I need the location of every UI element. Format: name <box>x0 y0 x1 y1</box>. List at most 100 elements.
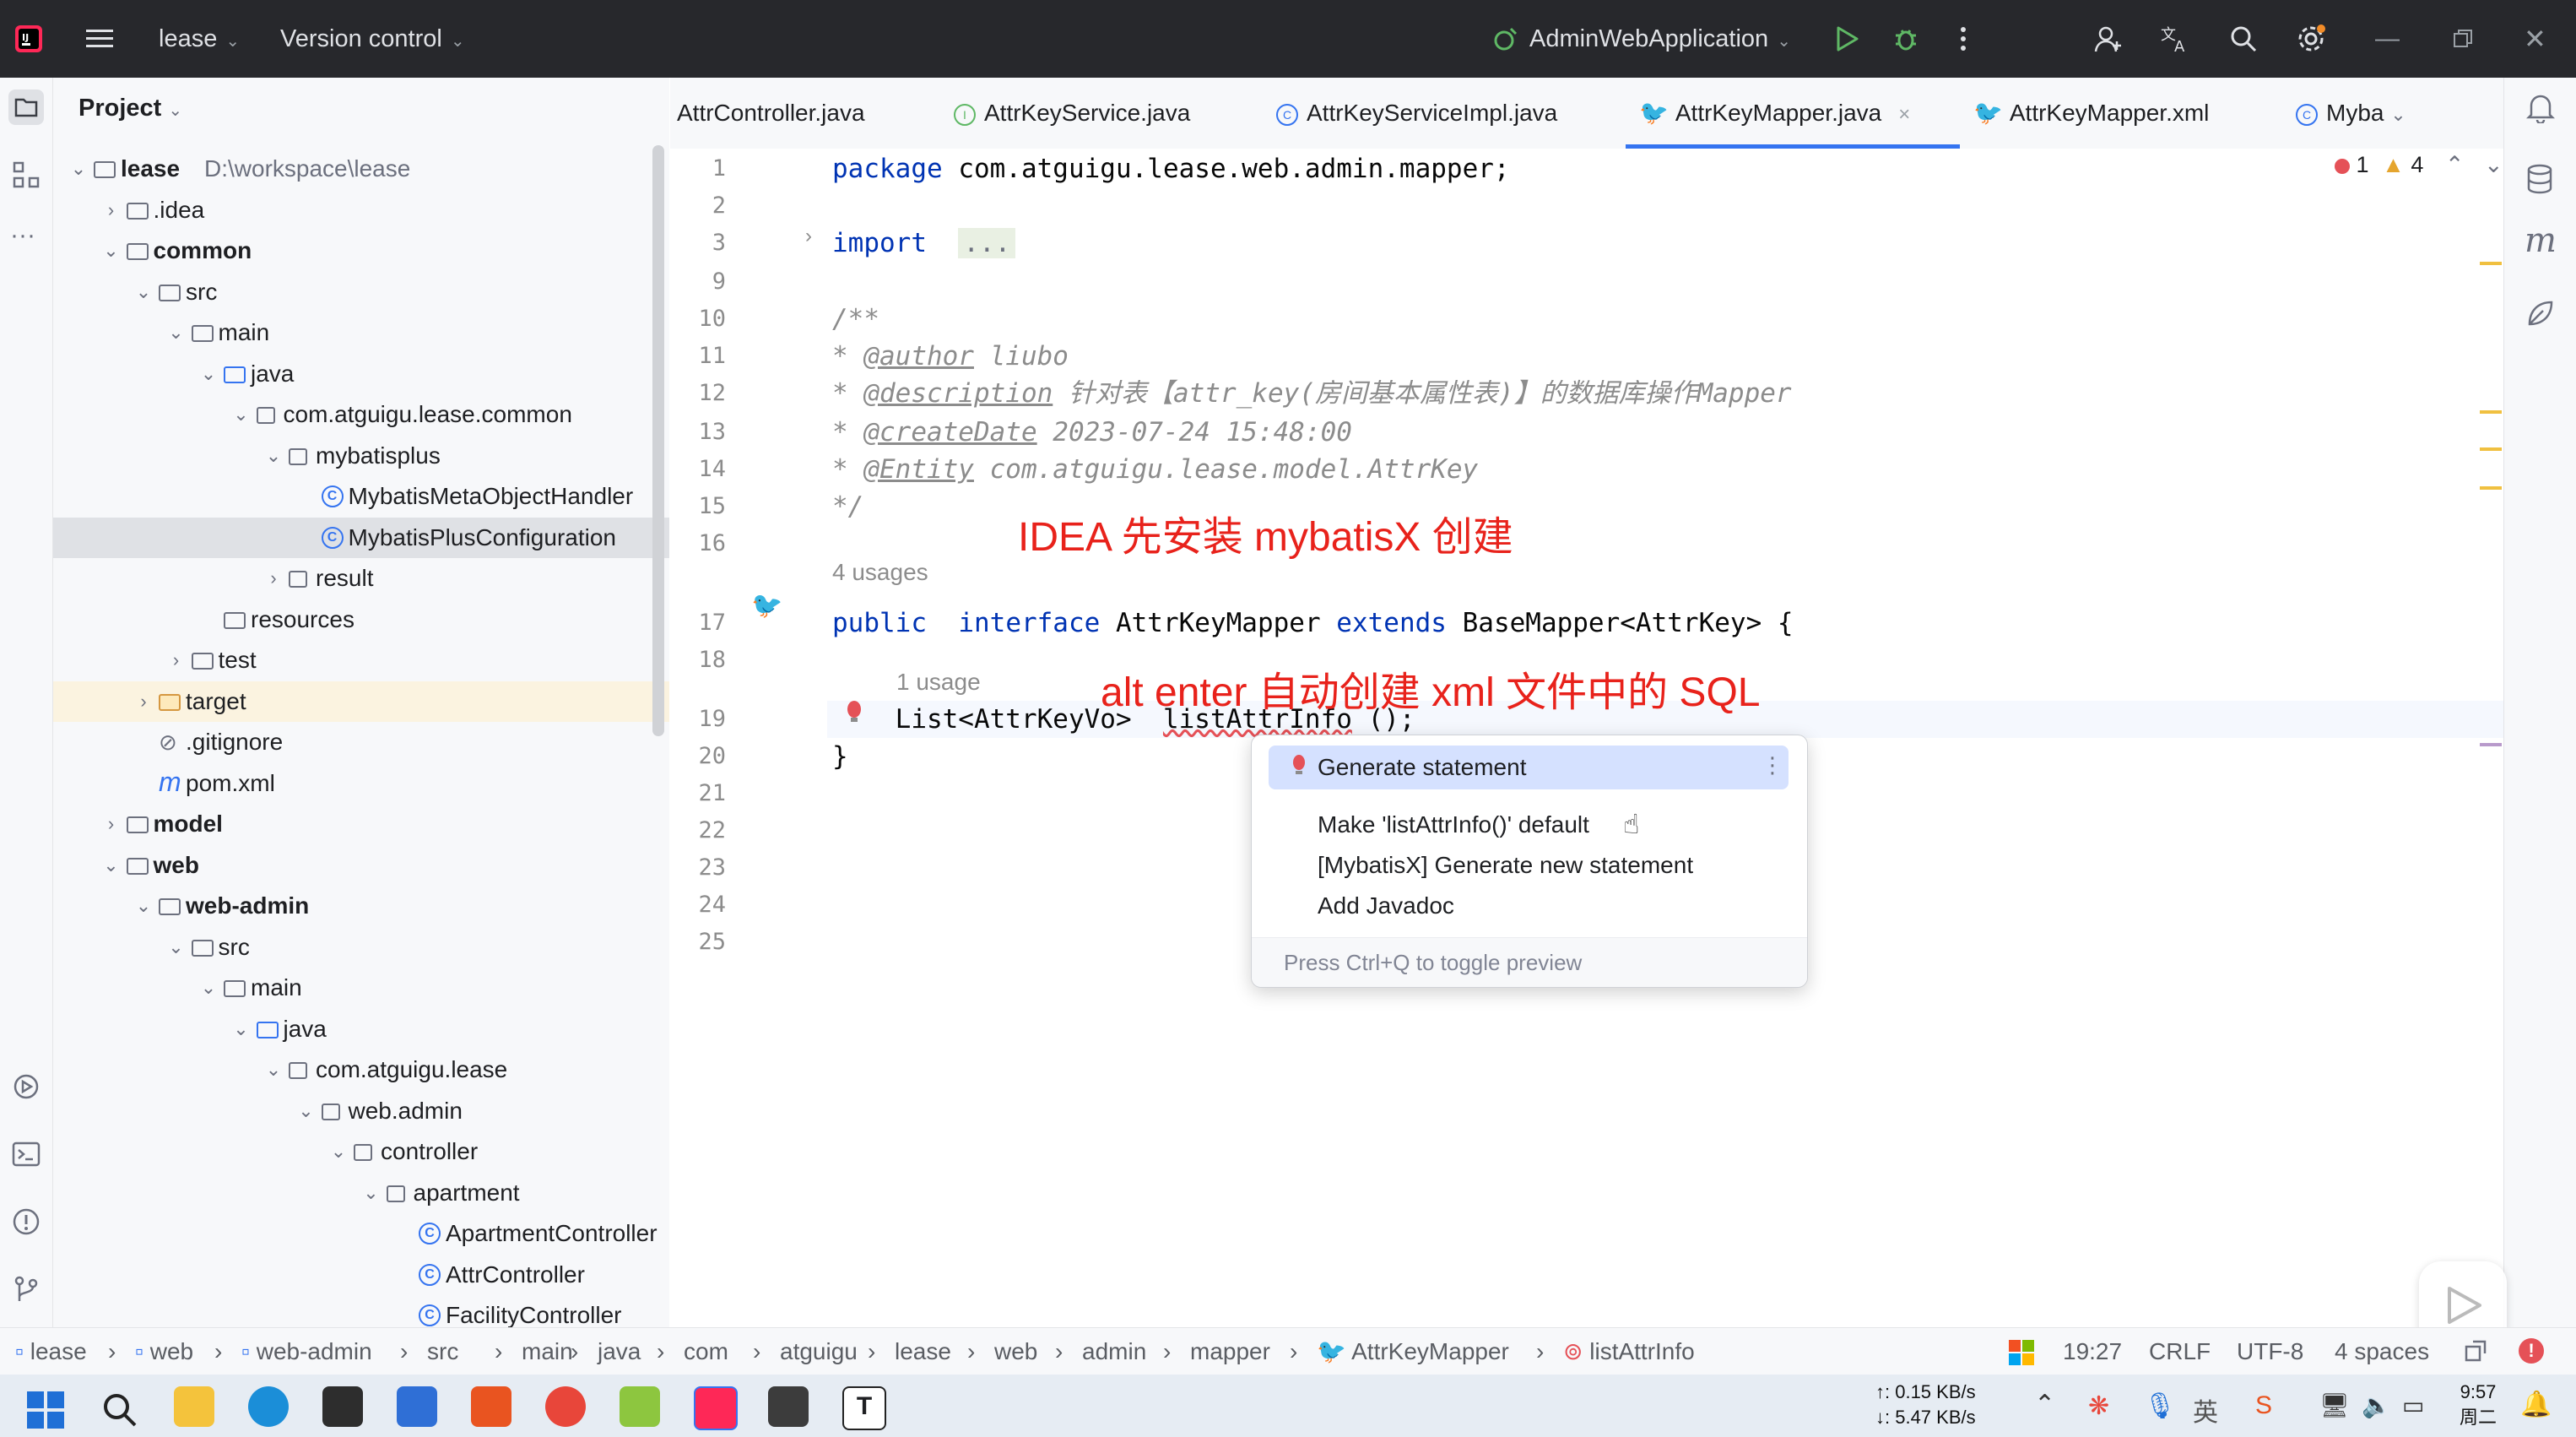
project-tree-item[interactable]: C MybatisMetaObjectHandler <box>53 476 669 517</box>
chevron-right-icon[interactable]: › <box>133 681 154 722</box>
breadcrumb-item[interactable]: ⊚ listAttrInfo <box>1563 1328 1695 1375</box>
chevron-down-icon[interactable]: ⌄ <box>133 886 154 926</box>
line-number[interactable]: 24 <box>667 887 726 924</box>
close-tab-icon[interactable]: × <box>1898 103 1910 126</box>
inspection-widget[interactable]: 1 ▲ 4 ⌃ ⌄ <box>2335 152 2503 178</box>
file-explorer-icon[interactable] <box>174 1386 214 1427</box>
mybatis-gutter-icon[interactable]: 🐦 <box>751 591 782 621</box>
start-button-icon[interactable] <box>27 1391 64 1433</box>
run-config-selector[interactable]: AdminWebApplication ⌄ <box>1529 0 1791 78</box>
project-tree-item[interactable]: › test <box>53 640 669 681</box>
chevron-down-icon[interactable]: ⌄ <box>263 436 284 476</box>
edge-browser-icon[interactable] <box>248 1386 289 1427</box>
project-tree-item[interactable]: m pom.xml <box>53 763 669 804</box>
project-tree-item[interactable]: ⊘ .gitignore <box>53 722 669 762</box>
chevron-down-icon[interactable]: ⌄ <box>166 927 187 968</box>
project-tree-item[interactable]: ⌄ java <box>53 354 669 394</box>
intellij-taskbar-icon[interactable] <box>694 1386 738 1430</box>
usages-hint[interactable]: 1 usage <box>896 664 981 701</box>
project-tree-item[interactable]: ⌄ mybatisplus <box>53 436 669 476</box>
prev-highlight-icon[interactable]: ⌃ <box>2445 152 2465 177</box>
popup-item-generate-statement[interactable]: Generate statement <box>1318 747 1526 788</box>
chevron-right-icon[interactable]: › <box>166 640 187 681</box>
code-line[interactable]: public interface AttrKeyMapper extends B… <box>832 605 1794 642</box>
breadcrumb-item[interactable]: java <box>598 1328 641 1375</box>
line-number[interactable]: 19 <box>667 701 726 738</box>
more-tools-icon[interactable]: ··· <box>10 221 35 250</box>
terminal-icon[interactable] <box>12 1140 41 1173</box>
services-icon[interactable] <box>12 1072 41 1105</box>
line-separator[interactable]: CRLF <box>2149 1328 2211 1375</box>
project-tree-item[interactable]: › .idea <box>53 190 669 230</box>
sublime-app-icon[interactable] <box>768 1386 809 1427</box>
code-line[interactable]: * @author liubo <box>832 338 1069 375</box>
tab-myba[interactable]: C Myba ⌄ <box>2296 78 2406 149</box>
line-number[interactable]: 17 <box>667 605 726 642</box>
notification-center-icon[interactable]: 🔔 <box>2520 1390 2552 1419</box>
chrome-app-icon[interactable] <box>545 1386 586 1427</box>
popup-item-add-javadoc[interactable]: Add Javadoc <box>1318 886 1454 926</box>
chevron-down-icon[interactable]: ⌄ <box>101 845 122 886</box>
notifications-bell-icon[interactable] <box>2525 93 2556 127</box>
caret-position[interactable]: 19:27 <box>2063 1328 2122 1375</box>
run-icon[interactable] <box>1830 22 1864 56</box>
breadcrumb-item[interactable]: lease <box>895 1328 951 1375</box>
chevron-down-icon[interactable]: ⌄ <box>133 272 154 312</box>
line-number[interactable]: 20 <box>667 738 726 775</box>
breadcrumb-item[interactable]: ▫ web-admin <box>241 1328 372 1375</box>
project-tree-item[interactable]: C MybatisPlusConfiguration <box>53 517 669 558</box>
line-number[interactable]: 16 <box>667 525 726 562</box>
usages-hint[interactable]: 4 usages <box>832 554 928 591</box>
project-tool-button[interactable] <box>8 89 44 125</box>
project-tree-item[interactable]: ⌄ java <box>53 1009 669 1049</box>
chevron-down-icon[interactable]: ⌄ <box>231 1009 252 1049</box>
tray-app-icon[interactable]: ❋ <box>2088 1391 2109 1421</box>
git-icon[interactable] <box>12 1275 41 1308</box>
chevron-down-icon[interactable]: ⌄ <box>328 1131 349 1172</box>
line-number[interactable]: 23 <box>667 849 726 887</box>
chevron-down-icon[interactable]: ⌄ <box>198 968 219 1008</box>
chevron-down-icon[interactable]: ⌄ <box>231 394 252 435</box>
structure-icon[interactable] <box>12 160 41 193</box>
code-line[interactable]: * @Entity com.atguigu.lease.model.AttrKe… <box>832 451 1478 488</box>
error-notification-icon[interactable]: ! <box>2519 1338 2544 1364</box>
app-icon[interactable] <box>620 1386 660 1427</box>
intention-bulb-icon[interactable] <box>844 699 864 732</box>
next-highlight-icon[interactable]: ⌄ <box>2484 152 2503 177</box>
breadcrumb-item[interactable]: com <box>684 1328 728 1375</box>
code-line[interactable]: */ <box>832 488 863 525</box>
line-number[interactable]: 12 <box>667 375 726 412</box>
popup-item-make-default[interactable]: Make 'listAttrInfo()' default <box>1318 805 1589 845</box>
settings-gear-icon[interactable] <box>2294 22 2328 56</box>
project-tree-item[interactable]: › target <box>53 681 669 722</box>
project-tree-item[interactable]: C AttrController <box>53 1255 669 1295</box>
intellij-logo-icon[interactable]: IJ <box>12 22 46 56</box>
tab-attr-key-service[interactable]: I AttrKeyService.java <box>954 78 1190 149</box>
microphone-icon[interactable]: 🎙 <box>2144 1391 2176 1421</box>
line-number[interactable]: 11 <box>667 338 726 375</box>
tray-app2-icon[interactable]: S <box>2255 1391 2272 1420</box>
breadcrumb-item[interactable]: admin <box>1082 1328 1146 1375</box>
code-line[interactable]: import ... <box>832 225 1016 262</box>
more-actions-icon[interactable] <box>1946 22 1980 56</box>
line-number[interactable]: 14 <box>667 451 726 488</box>
project-tree-item[interactable]: › result <box>53 558 669 599</box>
project-tree-item[interactable]: ⌄ main <box>53 312 669 353</box>
code-line[interactable]: * @createDate 2023-07-24 15:48:00 <box>832 414 1352 451</box>
line-number[interactable]: 22 <box>667 812 726 849</box>
line-number[interactable]: 1 <box>667 150 726 187</box>
clock[interactable]: 9:57 周二 <box>2460 1380 2497 1430</box>
project-tree-item[interactable]: ⌄ com.atguigu.lease.common <box>53 394 669 435</box>
maven-icon[interactable]: m <box>2525 221 2557 260</box>
chevron-right-icon[interactable]: › <box>263 558 284 599</box>
code-line[interactable]: } <box>832 738 848 775</box>
code-line[interactable]: package com.atguigu.lease.web.admin.mapp… <box>832 150 1510 187</box>
ubuntu-app-icon[interactable] <box>471 1386 511 1427</box>
translate-icon[interactable]: 文A <box>2159 22 2193 56</box>
project-switcher[interactable]: lease ⌄ <box>159 0 240 78</box>
line-number[interactable]: 2 <box>667 187 726 225</box>
volume-icon[interactable]: 🔈 <box>2362 1391 2391 1419</box>
close-window-button[interactable]: ✕ <box>2524 0 2546 78</box>
database-icon[interactable] <box>2526 164 2553 198</box>
line-number[interactable]: 13 <box>667 414 726 451</box>
